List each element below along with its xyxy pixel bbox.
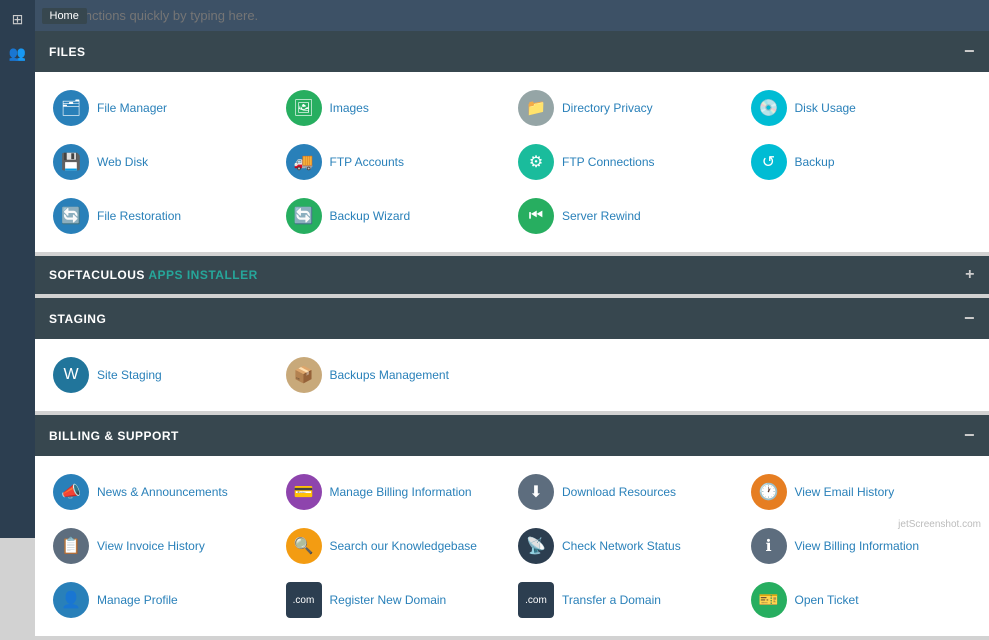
section-header-staging[interactable]: STAGING − bbox=[35, 298, 989, 339]
item-news-&-announcements[interactable]: 📣 News & Announcements bbox=[49, 468, 278, 516]
item-label: Server Rewind bbox=[562, 209, 641, 223]
item-file-restoration[interactable]: 🔄 File Restoration bbox=[49, 192, 278, 240]
item-label: View Email History bbox=[795, 485, 895, 499]
item-open-ticket[interactable]: 🎫 Open Ticket bbox=[747, 576, 976, 624]
item-label: Manage Profile bbox=[97, 593, 178, 607]
item-label: View Invoice History bbox=[97, 539, 205, 553]
item-icon: 🔍 bbox=[286, 528, 322, 564]
section-toggle-icon: − bbox=[964, 308, 975, 329]
item-label: Backups Management bbox=[330, 368, 449, 382]
item-icon: 📁 bbox=[518, 90, 554, 126]
item-icon: 🖼 bbox=[286, 90, 322, 126]
item-icon: 💾 bbox=[53, 144, 89, 180]
item-label: Check Network Status bbox=[562, 539, 681, 553]
item-icon: 🔄 bbox=[53, 198, 89, 234]
item-icon: 🕐 bbox=[751, 474, 787, 510]
section-toggle-icon: + bbox=[965, 266, 975, 284]
item-icon: ℹ bbox=[751, 528, 787, 564]
item-disk-usage[interactable]: 💿 Disk Usage bbox=[747, 84, 976, 132]
item-images[interactable]: 🖼 Images bbox=[282, 84, 511, 132]
item-ftp-connections[interactable]: ⚙ FTP Connections bbox=[514, 138, 743, 186]
sections-container: FILES − 🗂 File Manager 🖼 Images 📁 Direct… bbox=[35, 31, 989, 636]
section-staging: STAGING − W Site Staging 📦 Backups Manag… bbox=[35, 298, 989, 411]
item-icon: W bbox=[53, 357, 89, 393]
item-label: File Restoration bbox=[97, 209, 181, 223]
item-icon: 🚚 bbox=[286, 144, 322, 180]
sidebar: ⊞ Home 👥 bbox=[0, 0, 35, 538]
item-icon: 🔄 bbox=[286, 198, 322, 234]
item-label: Open Ticket bbox=[795, 593, 859, 607]
section-files: FILES − 🗂 File Manager 🖼 Images 📁 Direct… bbox=[35, 31, 989, 252]
item-label: News & Announcements bbox=[97, 485, 228, 499]
section-title: STAGING bbox=[49, 312, 106, 326]
item-icon: 📣 bbox=[53, 474, 89, 510]
item-check-network-status[interactable]: 📡 Check Network Status bbox=[514, 522, 743, 570]
item-icon: 📡 bbox=[518, 528, 554, 564]
item-label: Disk Usage bbox=[795, 101, 856, 115]
item-icon: ⚙ bbox=[518, 144, 554, 180]
item-label: FTP Connections bbox=[562, 155, 655, 169]
item-site-staging[interactable]: W Site Staging bbox=[49, 351, 278, 399]
item-backups-management[interactable]: 📦 Backups Management bbox=[282, 351, 511, 399]
section-softaculous: SOFTACULOUS APPS INSTALLER + bbox=[35, 256, 989, 294]
item-label: FTP Accounts bbox=[330, 155, 404, 169]
item-icon: ⏮ bbox=[518, 198, 554, 234]
item-icon: ⬇ bbox=[518, 474, 554, 510]
item-icon: ↺ bbox=[751, 144, 787, 180]
main-content: FILES − 🗂 File Manager 🖼 Images 📁 Direct… bbox=[35, 0, 989, 636]
search-input[interactable] bbox=[45, 8, 979, 23]
item-ftp-accounts[interactable]: 🚚 FTP Accounts bbox=[282, 138, 511, 186]
watermark: jetScreenshot.com bbox=[898, 519, 981, 530]
item-icon: 👤 bbox=[53, 582, 89, 618]
item-label: Web Disk bbox=[97, 155, 148, 169]
section-toggle-icon: − bbox=[964, 41, 975, 62]
item-icon: 🗂 bbox=[53, 90, 89, 126]
item-icon: 💳 bbox=[286, 474, 322, 510]
item-backup-wizard[interactable]: 🔄 Backup Wizard bbox=[282, 192, 511, 240]
item-icon: .com bbox=[286, 582, 322, 618]
item-backup[interactable]: ↺ Backup bbox=[747, 138, 976, 186]
item-label: Download Resources bbox=[562, 485, 676, 499]
section-header-billing[interactable]: BILLING & SUPPORT − bbox=[35, 415, 989, 456]
item-view-invoice-history[interactable]: 📋 View Invoice History bbox=[49, 522, 278, 570]
item-label: Register New Domain bbox=[330, 593, 447, 607]
item-transfer-a-domain[interactable]: .com Transfer a Domain bbox=[514, 576, 743, 624]
item-file-manager[interactable]: 🗂 File Manager bbox=[49, 84, 278, 132]
item-label: Transfer a Domain bbox=[562, 593, 661, 607]
item-label: Directory Privacy bbox=[562, 101, 653, 115]
item-label: Images bbox=[330, 101, 369, 115]
grid-icon[interactable]: ⊞ bbox=[7, 8, 29, 30]
search-bar bbox=[35, 0, 989, 31]
item-icon: 🎫 bbox=[751, 582, 787, 618]
section-title: BILLING & SUPPORT bbox=[49, 429, 179, 443]
item-label: File Manager bbox=[97, 101, 167, 115]
item-search-our-knowledgebase[interactable]: 🔍 Search our Knowledgebase bbox=[282, 522, 511, 570]
item-icon: 💿 bbox=[751, 90, 787, 126]
item-label: View Billing Information bbox=[795, 539, 920, 553]
item-icon: .com bbox=[518, 582, 554, 618]
item-download-resources[interactable]: ⬇ Download Resources bbox=[514, 468, 743, 516]
item-manage-billing-information[interactable]: 💳 Manage Billing Information bbox=[282, 468, 511, 516]
users-icon[interactable]: 👥 bbox=[7, 42, 29, 64]
item-register-new-domain[interactable]: .com Register New Domain bbox=[282, 576, 511, 624]
item-server-rewind[interactable]: ⏮ Server Rewind bbox=[514, 192, 743, 240]
item-label: Site Staging bbox=[97, 368, 162, 382]
item-label: Backup bbox=[795, 155, 835, 169]
item-label: Backup Wizard bbox=[330, 209, 411, 223]
item-manage-profile[interactable]: 👤 Manage Profile bbox=[49, 576, 278, 624]
item-view-email-history[interactable]: 🕐 View Email History bbox=[747, 468, 976, 516]
item-label: Manage Billing Information bbox=[330, 485, 472, 499]
section-header-softaculous[interactable]: SOFTACULOUS APPS INSTALLER + bbox=[35, 256, 989, 294]
section-toggle-icon: − bbox=[964, 425, 975, 446]
item-icon: 📋 bbox=[53, 528, 89, 564]
section-title: SOFTACULOUS APPS INSTALLER bbox=[49, 268, 258, 282]
item-web-disk[interactable]: 💾 Web Disk bbox=[49, 138, 278, 186]
section-header-files[interactable]: FILES − bbox=[35, 31, 989, 72]
item-directory-privacy[interactable]: 📁 Directory Privacy bbox=[514, 84, 743, 132]
item-label: Search our Knowledgebase bbox=[330, 539, 477, 553]
item-icon: 📦 bbox=[286, 357, 322, 393]
section-title: FILES bbox=[49, 45, 86, 59]
section-billing: BILLING & SUPPORT − 📣 News & Announcemen… bbox=[35, 415, 989, 636]
